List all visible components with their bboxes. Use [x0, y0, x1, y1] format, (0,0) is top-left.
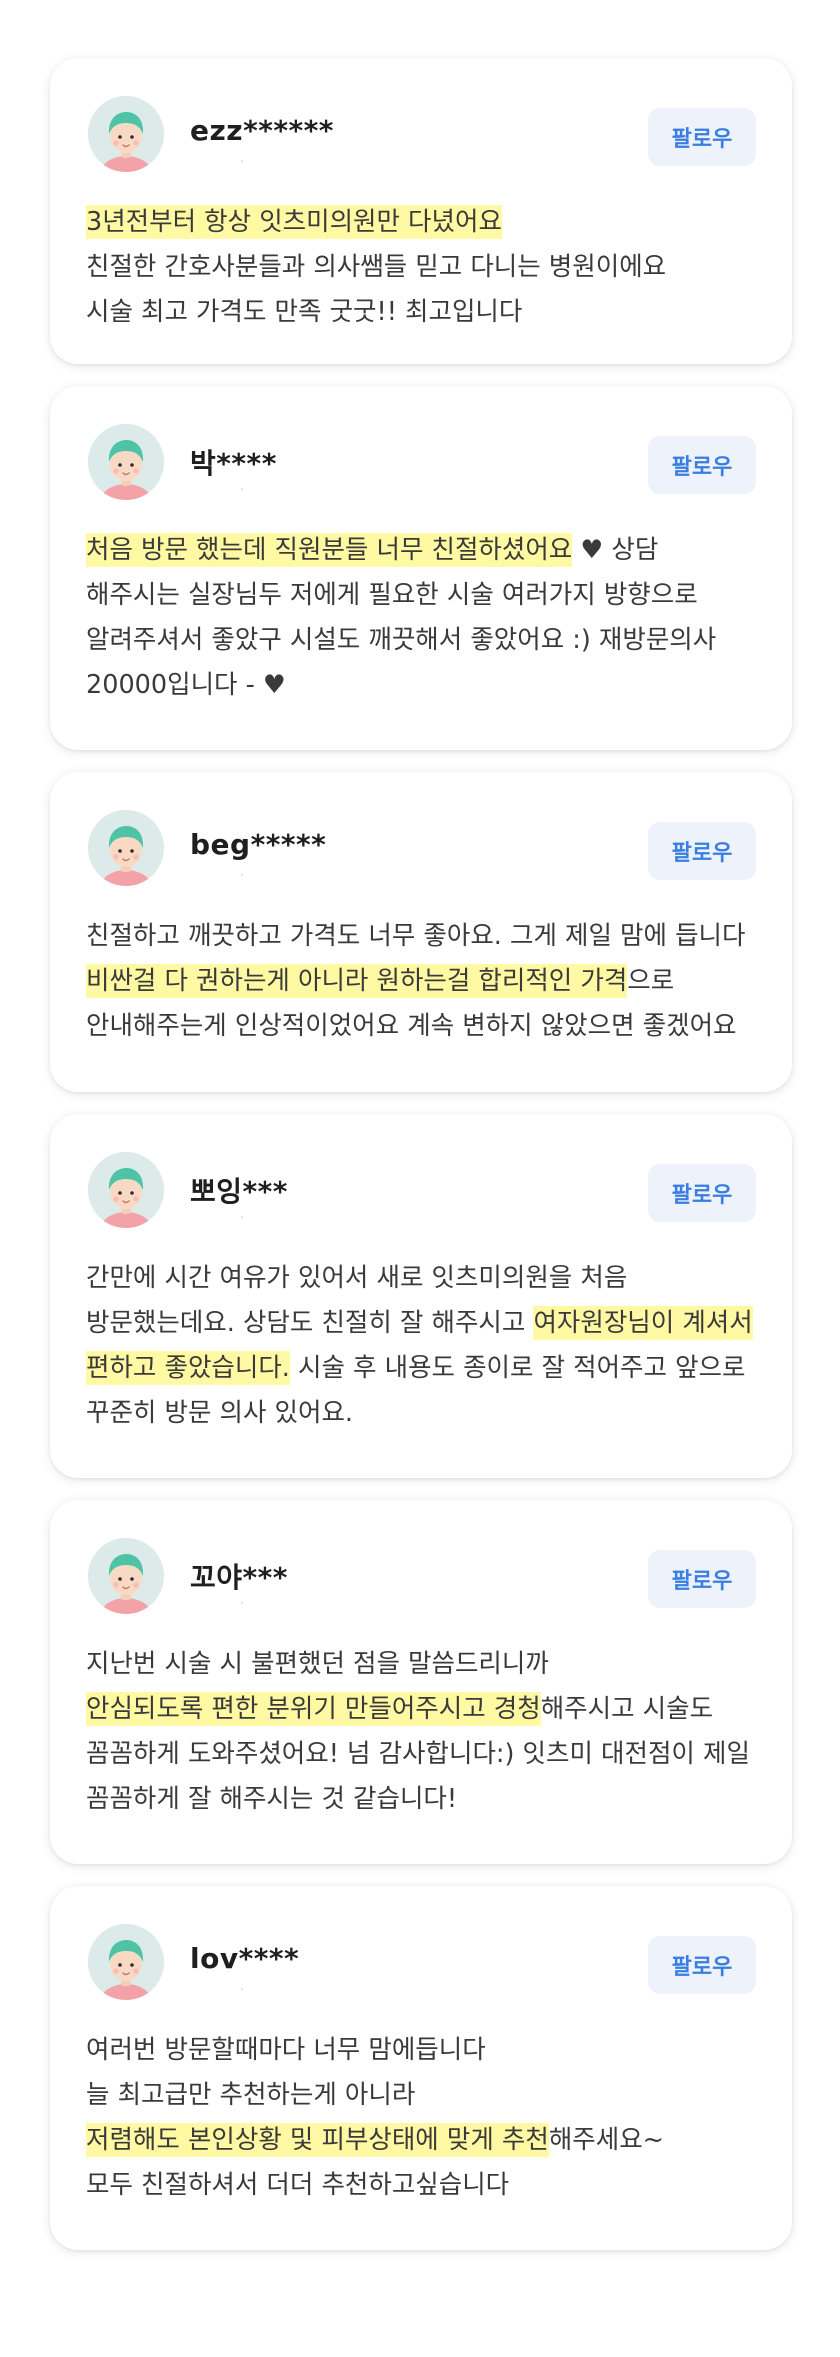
review-text-segment: 친절한 간호사분들과 의사쌤들 믿고 다니는 병원이에요	[86, 252, 667, 282]
highlighted-text: 3년전부터 항상 잇츠미의원만 다녔어요	[86, 205, 502, 239]
user-avatar-icon	[88, 96, 164, 172]
reviewer-nickname: 뽀잉***	[190, 1175, 288, 1208]
highlighted-text: 안심되도록 편한 분위기 만들어주시고 경청	[86, 1692, 541, 1726]
review-line: 시술 최고 가격도 만족 굿굿!! 최고입니다	[86, 290, 762, 335]
review-header: ezz****** 팔로우	[88, 96, 756, 176]
separator-dot	[241, 488, 243, 490]
review-line: 지난번 시술 시 불편했던 점을 말씀드리니까	[86, 1642, 762, 1687]
review-header: 박**** 팔로우	[88, 424, 756, 504]
review-text-segment: 친절하고 깨끗하고 가격도 너무 좋아요. 그게 제일 맘에 듭니다	[86, 921, 746, 951]
review-line: 꼼꼼하게 잘 해주시는 것 같습니다!	[86, 1777, 762, 1822]
highlighted-text: 처음 방문 했는데 직원분들 너무 친절하셨어요	[86, 533, 573, 567]
review-line: 알려주셔서 좋았구 시설도 깨끗해서 좋았어요 :) 재방문의사	[86, 618, 762, 663]
avatar	[88, 1538, 164, 1614]
review-card: 뽀잉*** 팔로우간만에 시간 여유가 있어서 새로 잇츠미의원을 처음방문했는데…	[50, 1114, 792, 1478]
separator-dot	[241, 1988, 243, 1990]
review-text-segment: 늘 최고급만 추천하는게 아니라	[86, 2080, 416, 2110]
user-avatar-icon	[88, 1538, 164, 1614]
review-text-segment: 해주시고 시술도	[540, 1694, 714, 1724]
review-line: 비싼걸 다 권하는게 아니라 원하는걸 합리적인 가격으로	[86, 959, 762, 1004]
avatar	[88, 1152, 164, 1228]
review-text-segment: ♥ 상담	[572, 535, 659, 565]
review-text-segment: 해주시는 실장님두 저에게 필요한 시술 여러가지 방향으로	[86, 580, 698, 610]
highlighted-text: 비싼걸 다 권하는게 아니라 원하는걸 합리적인 가격	[86, 964, 628, 998]
review-header: 꼬야*** 팔로우	[88, 1538, 756, 1618]
review-text-segment: 안내해주는게 인상적이었어요 계속 변하지 않았으면 좋겠어요	[86, 1011, 737, 1041]
review-header: lov**** 팔로우	[88, 1924, 756, 2004]
review-line: 간만에 시간 여유가 있어서 새로 잇츠미의원을 처음	[86, 1256, 762, 1301]
avatar	[88, 424, 164, 500]
reviewer-nickname: 박****	[190, 447, 277, 480]
review-line: 여러번 방문할때마다 너무 맘에듭니다	[86, 2028, 762, 2073]
review-line: 꼼꼼하게 도와주셨어요! 넘 감사합니다:) 잇츠미 대전점이 제일	[86, 1732, 762, 1777]
review-header: 뽀잉*** 팔로우	[88, 1152, 756, 1232]
reviewer-nickname: ezz******	[190, 114, 334, 147]
review-card: lov**** 팔로우여러번 방문할때마다 너무 맘에듭니다늘 최고급만 추천하는…	[50, 1886, 792, 2250]
review-line: 해주시는 실장님두 저에게 필요한 시술 여러가지 방향으로	[86, 573, 762, 618]
review-text-segment: 방문했는데요. 상담도 친절히 잘 해주시고	[86, 1308, 534, 1338]
review-line: 안심되도록 편한 분위기 만들어주시고 경청해주시고 시술도	[86, 1687, 762, 1732]
review-text-segment: 으로	[627, 966, 675, 996]
follow-button[interactable]: 팔로우	[648, 1164, 756, 1222]
review-text-segment: 알려주셔서 좋았구 시설도 깨끗해서 좋았어요 :) 재방문의사	[86, 625, 717, 655]
follow-button[interactable]: 팔로우	[648, 1936, 756, 1994]
reviewer-nickname: beg*****	[190, 828, 327, 861]
review-line: 저렴해도 본인상황 및 피부상태에 맞게 추천해주세요~	[86, 2118, 762, 2163]
highlighted-text: 편하고 좋았습니다.	[86, 1351, 290, 1385]
review-card: ezz****** 팔로우 3년전부터 항상 잇츠미의원만 다녔어요친절한 간호사분…	[50, 58, 792, 364]
review-text-segment: 20000입니다 - ♥	[86, 670, 286, 700]
review-line: 모두 친절하셔서 더더 추천하고싶습니다	[86, 2163, 762, 2208]
highlighted-text: 여자원장님이 계셔서	[533, 1306, 753, 1340]
review-line: 3년전부터 항상 잇츠미의원만 다녔어요	[86, 200, 762, 245]
review-text-segment: 해주세요~	[548, 2125, 665, 2155]
review-text: 간만에 시간 여유가 있어서 새로 잇츠미의원을 처음방문했는데요. 상담도 친…	[86, 1256, 762, 1436]
review-text: 친절하고 깨끗하고 가격도 너무 좋아요. 그게 제일 맘에 듭니다비싼걸 다 …	[86, 914, 762, 1049]
user-avatar-icon	[88, 1152, 164, 1228]
follow-button[interactable]: 팔로우	[648, 822, 756, 880]
user-avatar-icon	[88, 424, 164, 500]
follow-button[interactable]: 팔로우	[648, 1550, 756, 1608]
review-text-segment: 시술 최고 가격도 만족 굿굿!! 최고입니다	[86, 297, 523, 327]
review-line: 편하고 좋았습니다. 시술 후 내용도 종이로 잘 적어주고 앞으로	[86, 1346, 762, 1391]
review-text-segment: 모두 친절하셔서 더더 추천하고싶습니다	[86, 2170, 510, 2200]
follow-button[interactable]: 팔로우	[648, 436, 756, 494]
review-text-segment: 꾸준히 방문 의사 있어요.	[86, 1398, 354, 1428]
user-avatar-icon	[88, 810, 164, 886]
review-text-segment: 지난번 시술 시 불편했던 점을 말씀드리니까	[86, 1649, 549, 1679]
review-text-segment: 꼼꼼하게 잘 해주시는 것 같습니다!	[86, 1784, 458, 1814]
review-text: 3년전부터 항상 잇츠미의원만 다녔어요친절한 간호사분들과 의사쌤들 믿고 다…	[86, 200, 762, 335]
review-line: 20000입니다 - ♥	[86, 663, 762, 708]
separator-dot	[241, 1602, 243, 1604]
separator-dot	[241, 160, 243, 162]
review-text: 처음 방문 했는데 직원분들 너무 친절하셨어요 ♥ 상담해주시는 실장님두 저…	[86, 528, 762, 708]
follow-button[interactable]: 팔로우	[648, 108, 756, 166]
review-line: 꾸준히 방문 의사 있어요.	[86, 1391, 762, 1436]
review-card: 꼬야*** 팔로우지난번 시술 시 불편했던 점을 말씀드리니까안심되도록 편한 …	[50, 1500, 792, 1864]
review-line: 안내해주는게 인상적이었어요 계속 변하지 않았으면 좋겠어요	[86, 1004, 762, 1049]
highlighted-text: 저렴해도 본인상황 및 피부상태에 맞게 추천	[86, 2123, 549, 2157]
review-line: 처음 방문 했는데 직원분들 너무 친절하셨어요 ♥ 상담	[86, 528, 762, 573]
review-header: beg***** 팔로우	[88, 810, 756, 890]
review-list: ezz****** 팔로우 3년전부터 항상 잇츠미의원만 다녔어요친절한 간호사분…	[0, 0, 840, 2357]
review-text-segment: 간만에 시간 여유가 있어서 새로 잇츠미의원을 처음	[86, 1263, 628, 1293]
user-avatar-icon	[88, 1924, 164, 2000]
review-text: 여러번 방문할때마다 너무 맘에듭니다늘 최고급만 추천하는게 아니라저렴해도 …	[86, 2028, 762, 2208]
review-line: 늘 최고급만 추천하는게 아니라	[86, 2073, 762, 2118]
avatar	[88, 1924, 164, 2000]
review-text: 지난번 시술 시 불편했던 점을 말씀드리니까안심되도록 편한 분위기 만들어주…	[86, 1642, 762, 1822]
reviewer-nickname: 꼬야***	[190, 1561, 288, 1594]
separator-dot	[241, 1216, 243, 1218]
review-line: 방문했는데요. 상담도 친절히 잘 해주시고 여자원장님이 계셔서	[86, 1301, 762, 1346]
review-text-segment: 꼼꼼하게 도와주셨어요! 넘 감사합니다:) 잇츠미 대전점이 제일	[86, 1739, 750, 1769]
review-card: 박**** 팔로우처음 방문 했는데 직원분들 너무 친절하셨어요 ♥ 상담해주시…	[50, 386, 792, 750]
review-card: beg***** 팔로우친절하고 깨끗하고 가격도 너무 좋아요. 그게 제일 맘…	[50, 772, 792, 1092]
separator-dot	[241, 874, 243, 876]
review-text-segment: 시술 후 내용도 종이로 잘 적어주고 앞으로	[289, 1353, 746, 1383]
avatar	[88, 96, 164, 172]
review-line: 친절하고 깨끗하고 가격도 너무 좋아요. 그게 제일 맘에 듭니다	[86, 914, 762, 959]
avatar	[88, 810, 164, 886]
review-line: 친절한 간호사분들과 의사쌤들 믿고 다니는 병원이에요	[86, 245, 762, 290]
review-text-segment: 여러번 방문할때마다 너무 맘에듭니다	[86, 2035, 486, 2065]
reviewer-nickname: lov****	[190, 1942, 300, 1975]
